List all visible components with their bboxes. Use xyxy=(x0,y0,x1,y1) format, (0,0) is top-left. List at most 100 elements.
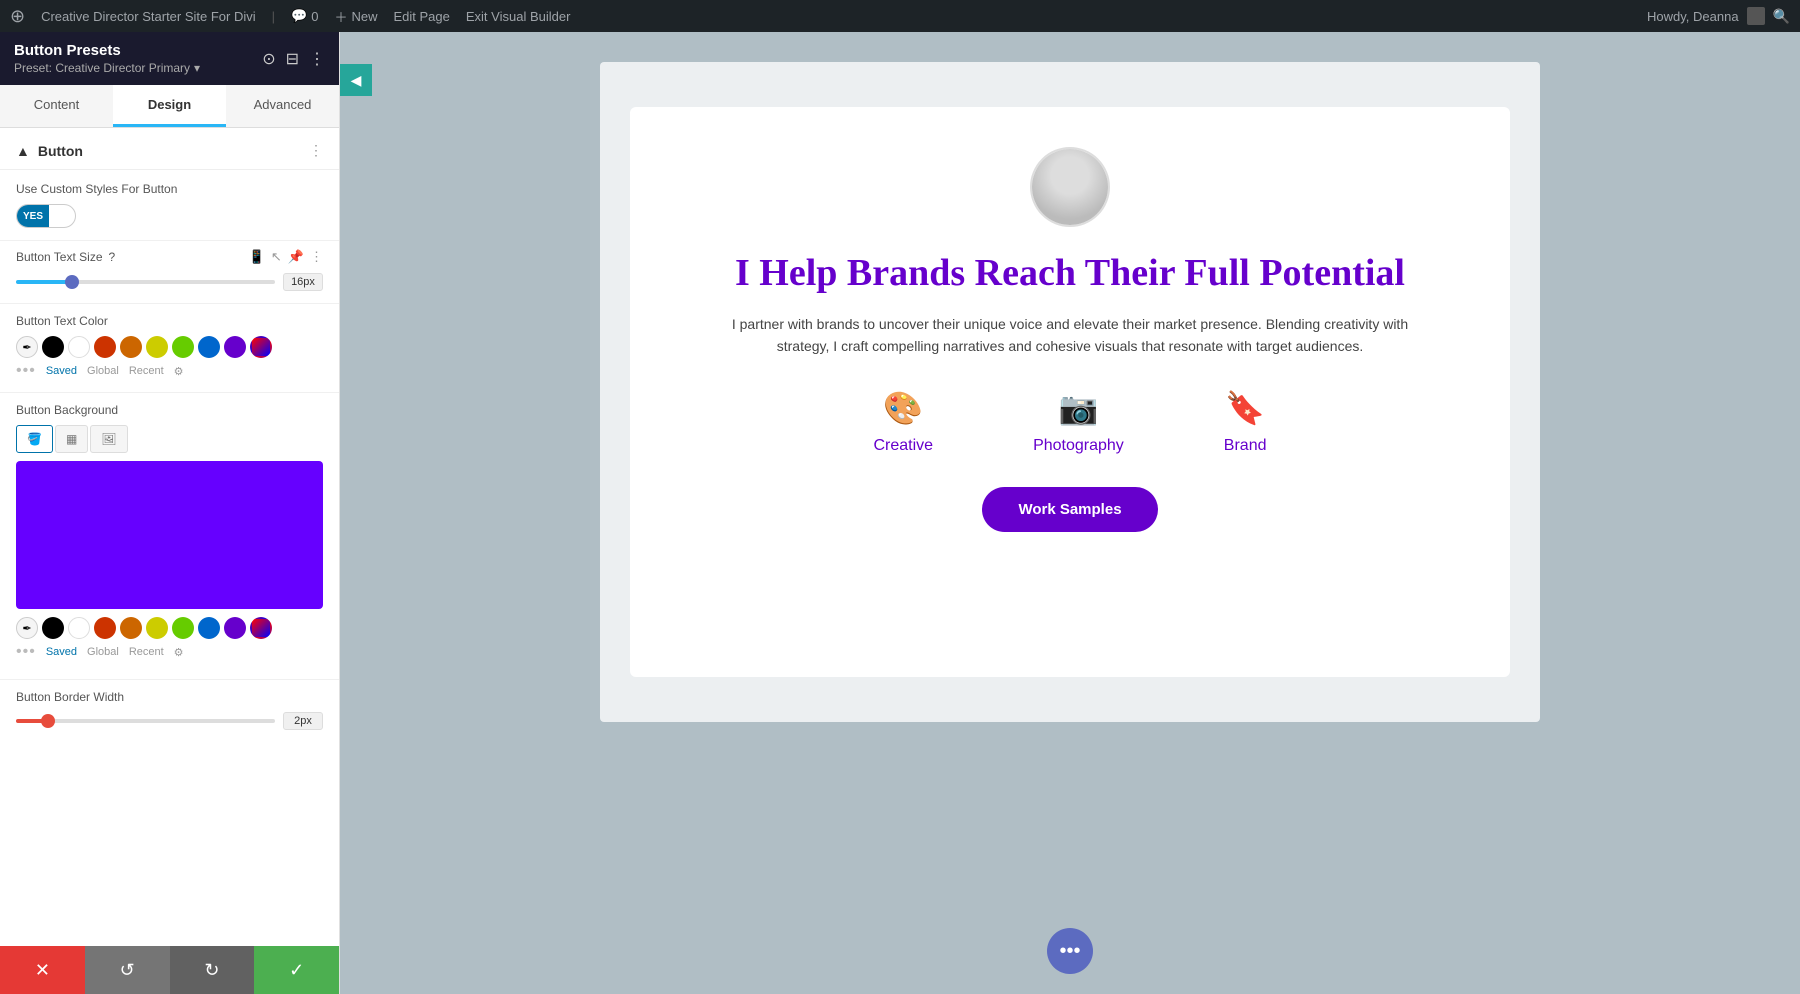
bg-recent-label[interactable]: Recent xyxy=(129,646,164,658)
fab-button[interactable]: ••• xyxy=(1047,928,1093,974)
mobile-icon[interactable]: 📱 xyxy=(249,249,265,265)
main-layout: Button Presets Preset: Creative Director… xyxy=(0,32,1800,994)
bg-more-dots[interactable]: ••• xyxy=(16,643,36,661)
text-size-row: Button Text Size ? 📱 ↖ 📌 ⋮ 16px xyxy=(0,241,339,304)
edit-page-link[interactable]: Edit Page xyxy=(394,9,450,24)
text-size-slider[interactable] xyxy=(16,280,275,284)
border-value: 2px xyxy=(283,712,323,730)
preset-label: Preset: Creative Director Primary ▾ xyxy=(14,61,200,75)
new-link[interactable]: ＋ New xyxy=(334,7,377,26)
bg-swatch-orange[interactable] xyxy=(120,617,142,639)
tab-content[interactable]: Content xyxy=(0,85,113,127)
bg-tab-gradient[interactable]: ▦ xyxy=(55,425,88,453)
wp-logo-icon[interactable]: ⊕ xyxy=(10,6,25,27)
color-swatch-gradient[interactable] xyxy=(250,336,272,358)
color-swatch-black[interactable] xyxy=(42,336,64,358)
save-button[interactable]: ✓ xyxy=(254,946,339,994)
color-swatch-green[interactable] xyxy=(172,336,194,358)
ellipsis-icon: ••• xyxy=(1059,940,1080,963)
bg-swatch-yellow[interactable] xyxy=(146,617,168,639)
color-swatch-orange[interactable] xyxy=(120,336,142,358)
sidebar-tabs: Content Design Advanced xyxy=(0,85,339,128)
more-icon[interactable]: ⋮ xyxy=(309,49,325,69)
recent-label[interactable]: Recent xyxy=(129,365,164,377)
undo-button[interactable]: ↺ xyxy=(85,946,170,994)
cursor-icon[interactable]: ↖ xyxy=(271,249,282,265)
eyedropper-tool[interactable]: ✒ xyxy=(16,336,38,358)
help-icon[interactable]: ? xyxy=(109,250,116,264)
comment-icon: 💬 xyxy=(291,8,307,24)
tab-design[interactable]: Design xyxy=(113,85,226,127)
settings-icon[interactable]: ⚙ xyxy=(174,365,184,378)
more-colors-dots[interactable]: ••• xyxy=(16,362,36,380)
bg-swatch-red[interactable] xyxy=(94,617,116,639)
color-swatch-purple[interactable] xyxy=(224,336,246,358)
comments-link[interactable]: 💬 0 xyxy=(291,8,318,24)
bookmark-icon: 🔖 xyxy=(1225,389,1265,427)
fullscreen-icon[interactable]: ⊙ xyxy=(262,49,275,69)
color-swatch-white[interactable] xyxy=(68,336,90,358)
hero-icons-row: 🎨 Creative 📷 Photography 🔖 Brand xyxy=(873,389,1266,455)
user-avatar-icon xyxy=(1747,7,1765,25)
sidebar-toggle: ◀ xyxy=(340,64,372,96)
bg-tab-image[interactable]: 🖼 xyxy=(90,425,127,453)
saved-label[interactable]: Saved xyxy=(46,365,77,377)
paint-bucket-icon: 🪣 xyxy=(27,432,42,446)
custom-styles-toggle-row: Use Custom Styles For Button YES xyxy=(0,170,339,241)
canvas-inner: I Help Brands Reach Their Full Potential… xyxy=(600,62,1540,722)
bg-saved-label[interactable]: Saved xyxy=(46,646,77,658)
palette-icon: 🎨 xyxy=(883,389,923,427)
toggle-sidebar-button[interactable]: ◀ xyxy=(340,64,372,96)
color-swatch-blue[interactable] xyxy=(198,336,220,358)
sidebar-actions: ✕ ↺ ↻ ✓ xyxy=(0,946,339,994)
color-swatch-yellow[interactable] xyxy=(146,336,168,358)
chevron-down-icon[interactable]: ▾ xyxy=(194,61,200,75)
hero-subtitle: I partner with brands to uncover their u… xyxy=(730,313,1410,358)
bg-color-preview[interactable] xyxy=(16,461,323,609)
slider-more-icon[interactable]: ⋮ xyxy=(310,249,323,265)
border-width-slider[interactable] xyxy=(16,719,275,723)
bg-global-label[interactable]: Global xyxy=(87,646,119,658)
bg-swatch-purple[interactable] xyxy=(224,617,246,639)
hero-avatar xyxy=(1030,147,1110,227)
section-more-icon[interactable]: ⋮ xyxy=(309,142,323,159)
bg-settings-icon[interactable]: ⚙ xyxy=(174,646,184,659)
bg-swatch-black[interactable] xyxy=(42,617,64,639)
toggle-label: Use Custom Styles For Button xyxy=(16,182,323,196)
bg-swatch-gradient[interactable] xyxy=(250,617,272,639)
hero-title: I Help Brands Reach Their Full Potential xyxy=(735,251,1405,297)
bg-tab-color[interactable]: 🪣 xyxy=(16,425,53,453)
bg-type-tabs: 🪣 ▦ 🖼 xyxy=(16,425,323,453)
sidebar-panel: Button Presets Preset: Creative Director… xyxy=(0,32,340,994)
text-color-swatches: ✒ xyxy=(16,336,323,358)
global-label[interactable]: Global xyxy=(87,365,119,377)
collapse-icon[interactable]: ▲ xyxy=(16,143,30,159)
site-name[interactable]: Creative Director Starter Site For Divi xyxy=(41,9,256,24)
bg-swatch-blue[interactable] xyxy=(198,617,220,639)
canvas-wrapper: I Help Brands Reach Their Full Potential… xyxy=(340,32,1800,994)
close-button[interactable]: ✕ xyxy=(0,946,85,994)
creative-label: Creative xyxy=(873,437,933,455)
custom-styles-toggle[interactable]: YES xyxy=(16,204,76,228)
border-label: Button Border Width xyxy=(16,690,323,704)
text-color-section: Button Text Color ✒ ••• Saved Glob xyxy=(0,304,339,393)
user-menu[interactable]: Howdy, Deanna 🔍 xyxy=(1647,7,1790,25)
redo-button[interactable]: ↻ xyxy=(170,946,255,994)
bg-eyedropper-tool[interactable]: ✒ xyxy=(16,617,38,639)
columns-icon[interactable]: ⊟ xyxy=(286,49,299,69)
pin-icon[interactable]: 📌 xyxy=(288,249,304,265)
tab-advanced[interactable]: Advanced xyxy=(226,85,339,127)
wp-admin-bar: ⊕ Creative Director Starter Site For Div… xyxy=(0,0,1800,32)
bg-swatch-green[interactable] xyxy=(172,617,194,639)
exit-builder-link[interactable]: Exit Visual Builder xyxy=(466,9,571,24)
bg-label: Button Background xyxy=(16,403,323,417)
hero-card: I Help Brands Reach Their Full Potential… xyxy=(630,107,1510,677)
panel-title: Button Presets xyxy=(14,42,200,59)
avatar-image xyxy=(1032,149,1108,225)
gradient-icon: ▦ xyxy=(66,432,77,446)
color-swatch-red[interactable] xyxy=(94,336,116,358)
search-icon[interactable]: 🔍 xyxy=(1773,8,1790,25)
bg-swatch-white[interactable] xyxy=(68,617,90,639)
text-color-label: Button Text Color xyxy=(16,314,323,328)
work-samples-button[interactable]: Work Samples xyxy=(982,487,1157,532)
